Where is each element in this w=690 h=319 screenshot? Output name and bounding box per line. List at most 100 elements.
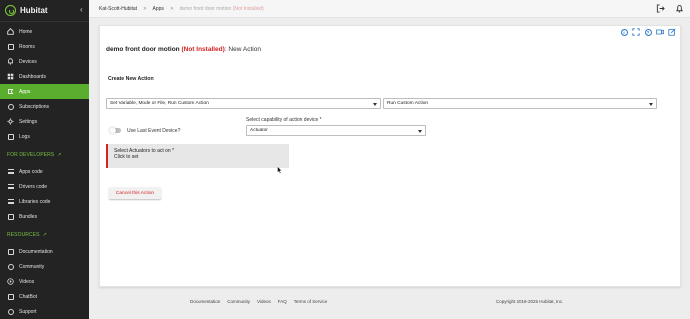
breadcrumb-separator-icon: > bbox=[143, 5, 147, 12]
code-icon bbox=[7, 183, 14, 190]
bundle-icon bbox=[7, 213, 14, 220]
mouse-cursor-icon bbox=[277, 166, 282, 174]
logout-icon[interactable] bbox=[656, 4, 665, 13]
sidebar-item-settings[interactable]: Settings bbox=[0, 114, 89, 129]
sidebar-item-label: Devices bbox=[19, 58, 37, 65]
top-bar: Kat-Scott-Hubitat > Apps > demo front do… bbox=[89, 0, 690, 18]
subscriptions-icon bbox=[7, 103, 14, 110]
use-last-event-toggle[interactable] bbox=[109, 126, 121, 134]
footer-link-faq[interactable]: FAQ bbox=[278, 299, 287, 304]
breadcrumb-hub[interactable]: Kat-Scott-Hubitat bbox=[99, 6, 137, 12]
panel-toolbar: i ? bbox=[620, 28, 676, 36]
sidebar-item-dashboards[interactable]: Dashboards bbox=[0, 69, 89, 84]
action-type-select[interactable]: Set Variable, Mode or File, Run Custom A… bbox=[106, 98, 381, 109]
sidebar-item-documentation[interactable]: Documentation bbox=[0, 244, 89, 259]
sidebar-item-libraries-code[interactable]: Libraries code bbox=[0, 194, 89, 209]
footer-link-documentation[interactable]: Documentation bbox=[190, 299, 220, 304]
sidebar-item-apps-code[interactable]: Apps code bbox=[0, 164, 89, 179]
dashboards-icon bbox=[7, 73, 14, 80]
developer-nav: Apps code Drivers code Libraries code Bu… bbox=[0, 162, 89, 224]
app-name: Hubitat bbox=[20, 6, 48, 15]
sidebar-item-label: Drivers code bbox=[19, 183, 48, 190]
breadcrumb: Kat-Scott-Hubitat > Apps > demo front do… bbox=[99, 6, 264, 12]
footer-link-videos[interactable]: Videos bbox=[257, 299, 271, 304]
brand[interactable]: Hubitat ‹ bbox=[0, 0, 89, 22]
sidebar: Hubitat ‹ Home Rooms Devices Dashboards bbox=[0, 0, 89, 319]
info-icon[interactable]: i bbox=[620, 28, 628, 36]
not-installed-status: (Not Installed) bbox=[181, 46, 225, 53]
sidebar-item-label: Dashboards bbox=[19, 73, 46, 80]
capability-select[interactable]: Actuator bbox=[246, 125, 426, 136]
sidebar-item-label: Settings bbox=[19, 118, 38, 125]
breadcrumb-separator-icon: > bbox=[170, 5, 174, 12]
code-icon bbox=[7, 198, 14, 205]
breadcrumb-apps[interactable]: Apps bbox=[153, 6, 164, 12]
sidebar-item-chatbot[interactable]: ChatBot bbox=[0, 289, 89, 304]
community-icon bbox=[7, 263, 14, 270]
sidebar-item-label: Rooms bbox=[19, 43, 35, 50]
collapse-sidebar-chevron-icon[interactable]: ‹ bbox=[80, 5, 83, 14]
apps-icon bbox=[7, 88, 14, 95]
resources-section-label[interactable]: RESOURCES ↗ bbox=[0, 224, 89, 242]
sidebar-item-label: Apps bbox=[19, 88, 31, 95]
code-icon bbox=[7, 168, 14, 175]
chatbot-icon bbox=[7, 293, 14, 300]
developers-section-label[interactable]: FOR DEVELOPERS ↗ bbox=[0, 144, 89, 162]
logs-icon bbox=[7, 133, 14, 140]
sidebar-item-label: Apps code bbox=[19, 168, 43, 175]
edit-icon[interactable] bbox=[668, 28, 676, 36]
expand-arrows-icon: ↗ bbox=[57, 152, 62, 158]
sidebar-item-rooms[interactable]: Rooms bbox=[0, 39, 89, 54]
support-icon bbox=[7, 308, 14, 315]
sidebar-item-label: Subscriptions bbox=[19, 103, 50, 110]
sidebar-item-label: ChatBot bbox=[19, 293, 38, 300]
sidebar-item-label: Bundles bbox=[19, 213, 38, 220]
sidebar-item-logs[interactable]: Logs bbox=[0, 129, 89, 144]
help-icon[interactable]: ? bbox=[644, 28, 652, 36]
top-actions bbox=[656, 4, 684, 13]
sidebar-item-label: Documentation bbox=[19, 248, 53, 255]
sidebar-item-drivers-code[interactable]: Drivers code bbox=[0, 179, 89, 194]
use-last-event-label: Use Last Event Device? bbox=[127, 127, 181, 134]
dropdown-caret-icon bbox=[373, 102, 377, 106]
sidebar-item-subscriptions[interactable]: Subscriptions bbox=[0, 99, 89, 114]
page-title: demo front door motion (Not Installed): … bbox=[106, 46, 261, 53]
rooms-icon bbox=[7, 43, 14, 50]
hubitat-logo-icon bbox=[5, 5, 16, 16]
sidebar-item-devices[interactable]: Devices bbox=[0, 54, 89, 69]
dropdown-caret-icon bbox=[649, 102, 653, 106]
sidebar-item-apps[interactable]: Apps bbox=[0, 84, 89, 99]
videos-icon bbox=[7, 278, 14, 285]
sidebar-item-community[interactable]: Community bbox=[0, 259, 89, 274]
sidebar-item-label: Community bbox=[19, 263, 45, 270]
home-icon bbox=[7, 28, 14, 35]
cancel-action-button[interactable]: Cancel this Action bbox=[109, 187, 161, 199]
devices-icon bbox=[7, 58, 14, 65]
expand-arrows-icon: ↗ bbox=[42, 232, 47, 238]
settings-icon bbox=[7, 118, 14, 125]
sidebar-item-videos[interactable]: Videos bbox=[0, 274, 89, 289]
sidebar-item-label: Libraries code bbox=[19, 198, 51, 205]
sidebar-item-home[interactable]: Home bbox=[0, 24, 89, 39]
sidebar-item-bundles[interactable]: Bundles bbox=[0, 209, 89, 224]
capability-label: Select capability of action device * bbox=[246, 117, 322, 123]
footer-links: Documentation Community Videos FAQ Terms… bbox=[190, 299, 327, 304]
resources-nav: Documentation Community Videos ChatBot S… bbox=[0, 242, 89, 319]
dropdown-caret-icon bbox=[418, 129, 422, 133]
fullscreen-icon[interactable] bbox=[632, 28, 640, 36]
sidebar-item-label: Home bbox=[19, 28, 33, 35]
sidebar-item-support[interactable]: Support bbox=[0, 304, 89, 319]
footer-link-terms[interactable]: Terms of Service bbox=[294, 299, 328, 304]
main-nav: Home Rooms Devices Dashboards Apps Subsc… bbox=[0, 22, 89, 144]
action-select[interactable]: Run Custom Action bbox=[383, 98, 657, 109]
video-icon[interactable] bbox=[656, 28, 664, 36]
sidebar-item-label: Logs bbox=[19, 133, 30, 140]
select-actuators-button[interactable]: Select Actuators to act on * Click to se… bbox=[106, 144, 289, 168]
documentation-icon bbox=[7, 248, 14, 255]
copyright: Copyright 2018-2025 Hubitat, Inc. bbox=[496, 299, 564, 304]
main-panel: i ? demo front door motion (Not Installe… bbox=[99, 25, 681, 287]
breadcrumb-current: demo front door motion (Not Installed) bbox=[179, 5, 264, 12]
notifications-bell-icon[interactable] bbox=[675, 4, 684, 13]
create-action-heading: Create New Action bbox=[108, 76, 154, 82]
footer-link-community[interactable]: Community bbox=[227, 299, 250, 304]
